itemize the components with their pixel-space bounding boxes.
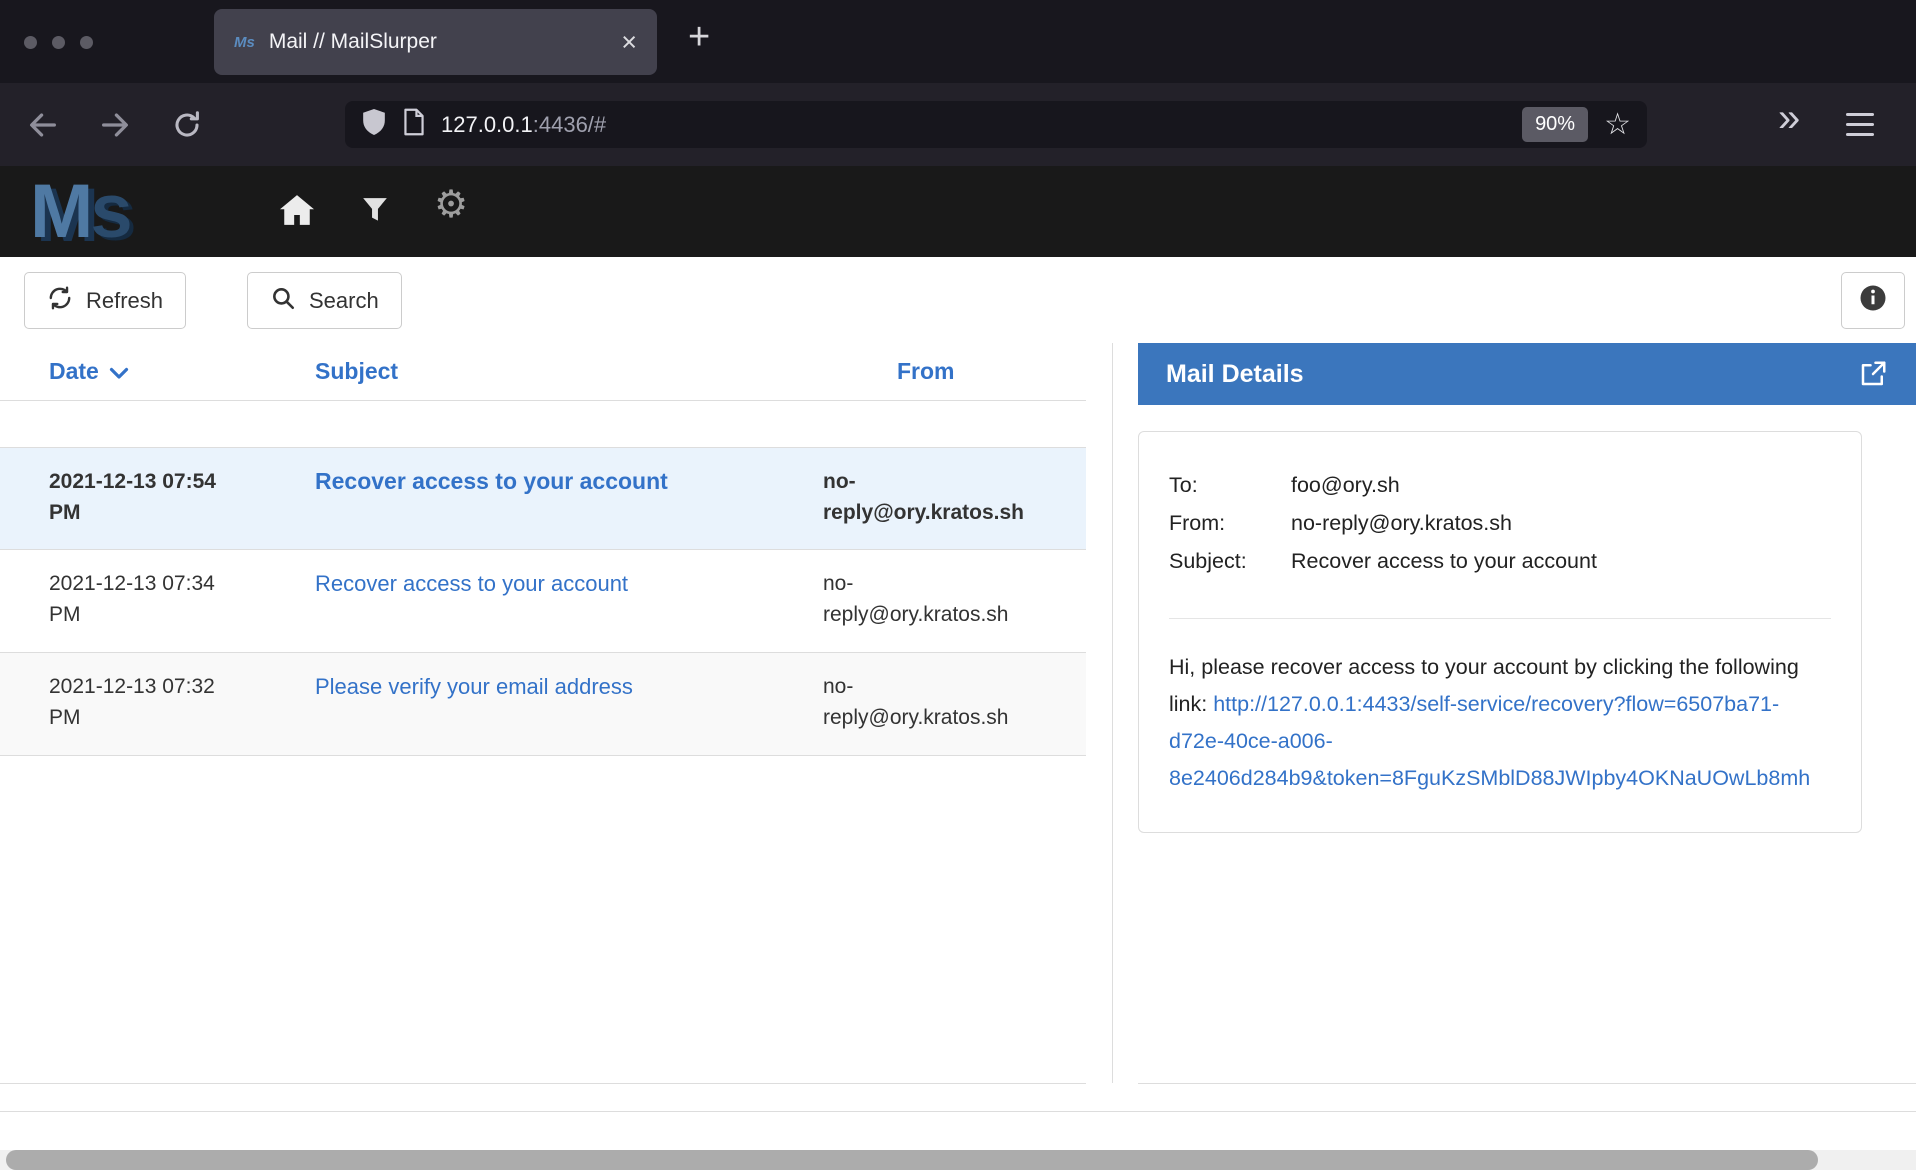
logo-letter-m: M — [30, 169, 90, 254]
reload-icon[interactable] — [168, 106, 206, 144]
mail-date: 2021-12-13 07:34 PM — [49, 568, 315, 652]
divider-line — [0, 1083, 1086, 1084]
mail-subject-link[interactable]: Recover access to your account — [315, 571, 628, 596]
refresh-icon — [47, 285, 73, 317]
mailslurper-logo: Ms — [30, 166, 130, 257]
shield-icon[interactable] — [361, 107, 387, 142]
mail-details-card: To: foo@ory.sh From: no-reply@ory.kratos… — [1138, 431, 1862, 833]
mail-list-row[interactable]: 2021-12-13 07:54 PM Recover access to yo… — [0, 447, 1086, 550]
subject-header-label: Subject — [315, 358, 398, 385]
search-label: Search — [309, 288, 379, 314]
to-label: To: — [1169, 466, 1291, 504]
window-button-dot[interactable] — [80, 36, 93, 49]
browser-window: Ms Mail // MailSlurper × + 127.0.0.1:443… — [0, 0, 1916, 1170]
refresh-button[interactable]: Refresh — [24, 272, 186, 329]
pane-divider — [1112, 343, 1113, 1083]
mail-date: 2021-12-13 07:32 PM — [49, 671, 315, 755]
mail-list-header: Date Subject From — [0, 343, 1086, 401]
divider-line — [0, 1111, 1916, 1112]
url-text: 127.0.0.1:4436/# — [441, 112, 1506, 138]
mail-from: no-reply@ory.kratos.sh — [823, 568, 1035, 652]
url-path: :4436/# — [533, 112, 606, 137]
forward-icon[interactable] — [96, 106, 134, 144]
mail-list-row[interactable]: 2021-12-13 07:34 PM Recover access to yo… — [0, 550, 1086, 653]
subject-value: Recover access to your account — [1291, 542, 1597, 580]
mail-body: Hi, please recover access to your accoun… — [1169, 649, 1831, 797]
window-button-dot[interactable] — [24, 36, 37, 49]
mail-from: no-reply@ory.kratos.sh — [823, 671, 1035, 755]
window-controls[interactable] — [24, 36, 93, 49]
mail-list-row[interactable]: 2021-12-13 07:32 PM Please verify your e… — [0, 653, 1086, 756]
info-icon — [1858, 283, 1888, 319]
divider-line — [1138, 1083, 1916, 1084]
card-divider — [1169, 618, 1831, 619]
window-button-dot[interactable] — [52, 36, 65, 49]
search-button[interactable]: Search — [247, 272, 402, 329]
refresh-label: Refresh — [86, 288, 163, 314]
mail-date: 2021-12-13 07:54 PM — [49, 466, 315, 549]
column-header-date[interactable]: Date — [49, 358, 315, 385]
scrollbar-thumb[interactable] — [6, 1150, 1818, 1170]
mailslurper-favicon-icon: Ms — [234, 34, 255, 51]
mail-meta: To: foo@ory.sh From: no-reply@ory.kratos… — [1169, 466, 1831, 580]
new-tab-button[interactable]: + — [688, 16, 710, 59]
overflow-menu-icon[interactable]: » — [1778, 96, 1800, 141]
from-header-label: From — [897, 358, 955, 385]
menu-icon[interactable] — [1846, 113, 1874, 136]
mail-from: no-reply@ory.kratos.sh — [823, 466, 1035, 549]
to-value: foo@ory.sh — [1291, 466, 1400, 504]
mail-list: 2021-12-13 07:54 PM Recover access to yo… — [0, 447, 1086, 756]
mail-details-title: Mail Details — [1166, 360, 1858, 389]
search-icon — [270, 285, 296, 317]
settings-gear-icon[interactable]: ⚙ — [434, 186, 468, 224]
from-label: From: — [1169, 504, 1291, 542]
recovery-link[interactable]: http://127.0.0.1:4433/self-service/recov… — [1169, 692, 1810, 790]
mail-subject-link[interactable]: Please verify your email address — [315, 674, 633, 699]
page-icon — [403, 108, 425, 141]
browser-tab[interactable]: Ms Mail // MailSlurper × — [214, 9, 657, 75]
browser-tab-strip: Ms Mail // MailSlurper × + — [0, 0, 1916, 83]
sort-caret-down-icon — [109, 367, 129, 380]
open-external-icon[interactable] — [1858, 359, 1888, 389]
url-bar[interactable]: 127.0.0.1:4436/# 90% ☆ — [345, 101, 1647, 148]
column-header-subject[interactable]: Subject — [315, 358, 823, 385]
filter-icon[interactable] — [362, 197, 388, 228]
horizontal-scrollbar[interactable] — [0, 1150, 1916, 1170]
back-icon[interactable] — [24, 106, 62, 144]
tab-close-icon[interactable]: × — [621, 29, 637, 56]
browser-toolbar: 127.0.0.1:4436/# 90% ☆ » — [0, 83, 1916, 166]
mail-details-header: Mail Details — [1138, 343, 1916, 405]
info-button[interactable] — [1841, 272, 1905, 329]
zoom-level-badge[interactable]: 90% — [1522, 107, 1588, 142]
mail-subject-link[interactable]: Recover access to your account — [315, 468, 668, 494]
mailslurper-navbar: Ms ⚙ — [0, 166, 1916, 257]
url-host: 127.0.0.1 — [441, 112, 533, 137]
bookmark-star-icon[interactable]: ☆ — [1604, 110, 1631, 140]
from-value: no-reply@ory.kratos.sh — [1291, 504, 1512, 542]
logo-letter-s: s — [90, 169, 129, 254]
column-header-from[interactable]: From — [823, 358, 955, 385]
tab-title: Mail // MailSlurper — [269, 30, 621, 54]
date-header-label: Date — [49, 358, 99, 385]
subject-label: Subject: — [1169, 542, 1291, 580]
home-icon[interactable] — [280, 195, 314, 230]
